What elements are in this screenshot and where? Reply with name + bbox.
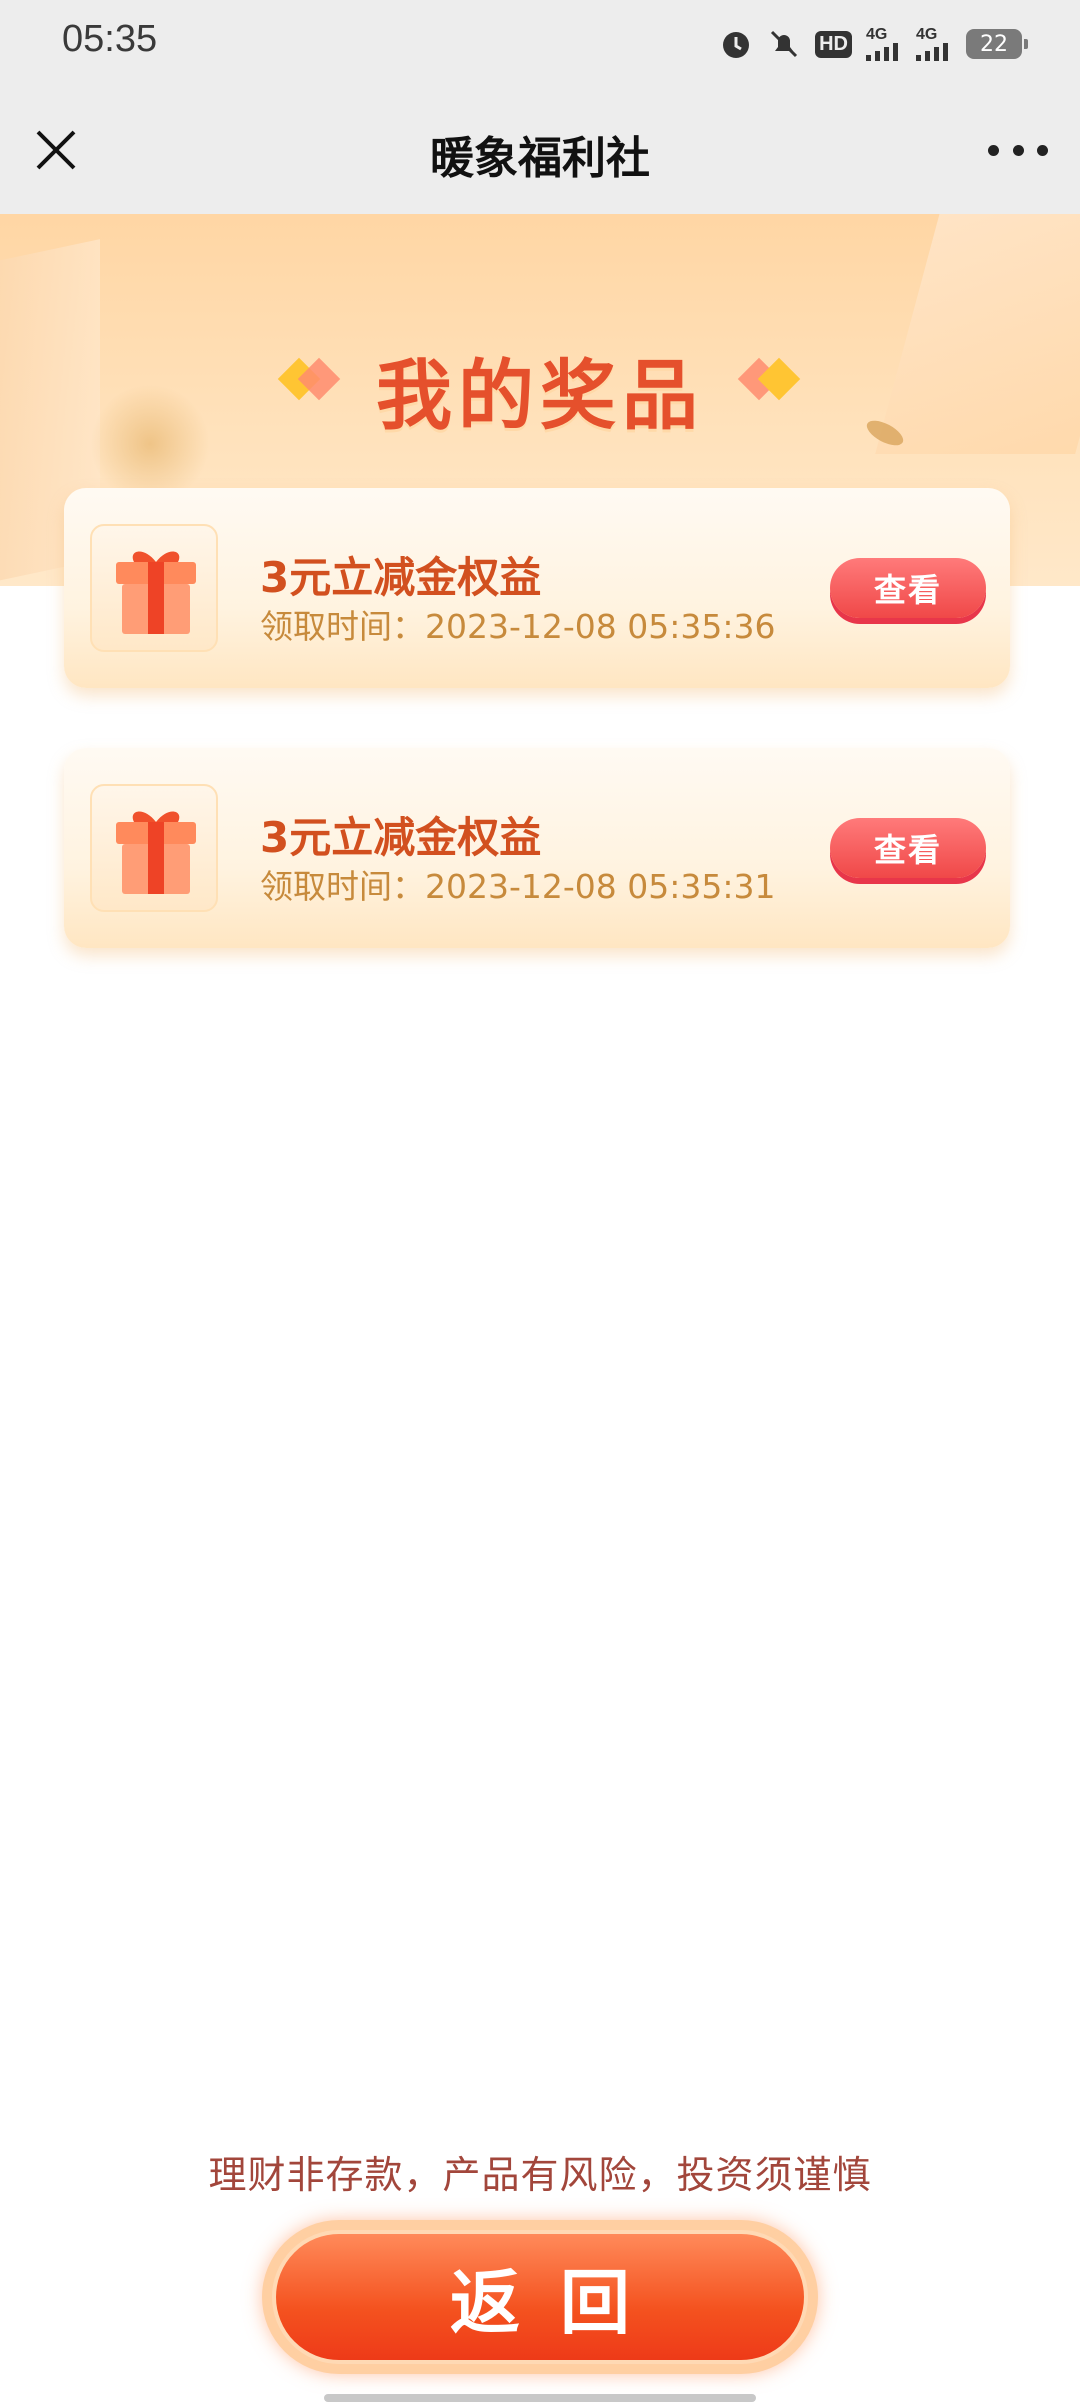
signal-4g-icon: 4G bbox=[916, 24, 952, 64]
prize-card: 3元立减金权益 领取时间：2023-12-08 05:35:31 查看 bbox=[64, 748, 1010, 948]
mute-icon bbox=[767, 24, 801, 64]
status-bar: 05:35 HD 4G 4G 22 bbox=[0, 0, 1080, 86]
status-icons: HD 4G 4G 22 bbox=[719, 22, 1028, 66]
prize-name: 3元立减金权益 bbox=[260, 813, 542, 862]
prize-time: 领取时间：2023-12-08 05:35:36 bbox=[260, 607, 776, 646]
battery-icon: 22 bbox=[966, 29, 1028, 59]
page-title: 暖象福利社 bbox=[430, 133, 650, 184]
view-button[interactable]: 查看 bbox=[830, 818, 986, 878]
status-time: 05:35 bbox=[62, 18, 158, 60]
hero-title: 我的奖品 bbox=[376, 351, 704, 440]
return-button-frame: 返回 bbox=[262, 2220, 818, 2374]
nav-bar: 暖象福利社 bbox=[0, 86, 1080, 214]
prize-time: 领取时间：2023-12-08 05:35:31 bbox=[260, 867, 776, 906]
diamond-decor-right bbox=[737, 354, 801, 404]
more-icon[interactable] bbox=[988, 124, 1048, 176]
alarm-icon bbox=[719, 24, 753, 64]
return-button[interactable]: 返回 bbox=[272, 2230, 808, 2364]
prize-card: 3元立减金权益 领取时间：2023-12-08 05:35:36 查看 bbox=[64, 488, 1010, 688]
gift-icon bbox=[90, 784, 218, 912]
gift-icon bbox=[90, 524, 218, 652]
home-indicator[interactable] bbox=[324, 2394, 756, 2402]
risk-disclaimer: 理财非存款，产品有风险，投资须谨慎 bbox=[208, 2153, 872, 2197]
view-button[interactable]: 查看 bbox=[830, 558, 986, 618]
signal-4g-icon: 4G bbox=[866, 24, 902, 64]
hd-icon: HD bbox=[815, 24, 852, 64]
prize-name: 3元立减金权益 bbox=[260, 553, 542, 602]
